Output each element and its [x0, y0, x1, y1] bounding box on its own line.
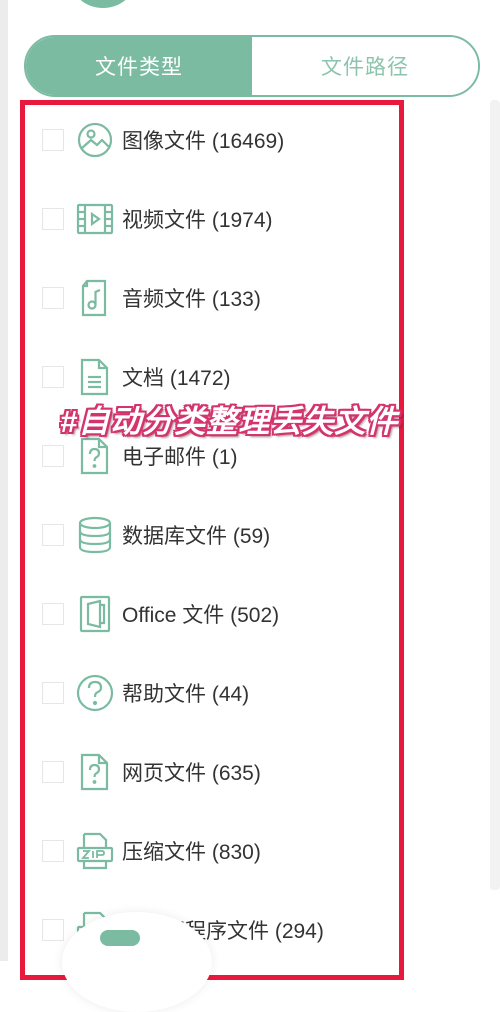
top-avatar[interactable]: [72, 0, 134, 8]
checkbox[interactable]: [42, 366, 64, 388]
list-item-help[interactable]: 帮助文件 (44): [20, 668, 400, 718]
checkbox[interactable]: [42, 682, 64, 704]
list-item-label: 压缩文件 (830): [122, 841, 261, 864]
overlay-caption: #自动分类整理丢失文件: [60, 404, 399, 439]
document-icon: [75, 357, 115, 397]
floating-pill-handle[interactable]: [100, 930, 140, 946]
office-icon: [75, 594, 115, 634]
file-type-list: 图像文件 (16469) 视频文件 (1974) 音频文件 (133) 文档 (…: [20, 100, 406, 980]
list-item-label: 图像文件 (16469): [122, 130, 285, 153]
list-item-webpage[interactable]: 网页文件 (635): [20, 747, 400, 797]
zip-icon: [75, 831, 115, 871]
checkbox[interactable]: [42, 445, 64, 467]
tab-file-type[interactable]: 文件类型: [26, 37, 252, 95]
checkbox[interactable]: [42, 208, 64, 230]
floating-bubble[interactable]: [62, 912, 212, 1012]
list-item-document[interactable]: 文档 (1472): [20, 352, 400, 402]
list-item-audio[interactable]: 音频文件 (133): [20, 273, 400, 323]
scrollbar[interactable]: [490, 100, 500, 890]
checkbox[interactable]: [42, 287, 64, 309]
list-item-label: 数据库文件 (59): [122, 525, 271, 548]
checkbox[interactable]: [42, 524, 64, 546]
list-item-image[interactable]: 图像文件 (16469): [20, 115, 400, 165]
list-item-label: 文档 (1472): [122, 367, 231, 390]
list-item-label: 电子邮件 (1): [122, 446, 238, 469]
list-item-database[interactable]: 数据库文件 (59): [20, 510, 400, 560]
checkbox[interactable]: [42, 761, 64, 783]
help-icon: [75, 673, 115, 713]
list-item-label: 音频文件 (133): [122, 288, 261, 311]
image-icon: [75, 120, 115, 160]
database-icon: [75, 515, 115, 555]
video-icon: [75, 199, 115, 239]
checkbox[interactable]: [42, 603, 64, 625]
list-item-video[interactable]: 视频文件 (1974): [20, 194, 400, 244]
left-edge-bar: [0, 0, 8, 961]
list-item-label: 视频文件 (1974): [122, 209, 273, 232]
tab-file-path[interactable]: 文件路径: [252, 37, 478, 95]
list-item-label: Office 文件 (502): [122, 604, 280, 627]
list-item-office[interactable]: Office 文件 (502): [20, 589, 400, 639]
list-item-label: 网页文件 (635): [122, 762, 261, 785]
view-tabs: 文件类型 文件路径: [24, 35, 480, 97]
checkbox[interactable]: [42, 840, 64, 862]
email-unknown-icon: [75, 436, 115, 476]
checkbox[interactable]: [42, 129, 64, 151]
list-item-label: 帮助文件 (44): [122, 683, 250, 706]
audio-icon: [75, 278, 115, 318]
checkbox[interactable]: [42, 919, 64, 941]
list-item-archive[interactable]: 压缩文件 (830): [20, 826, 400, 876]
webpage-unknown-icon: [75, 752, 115, 792]
